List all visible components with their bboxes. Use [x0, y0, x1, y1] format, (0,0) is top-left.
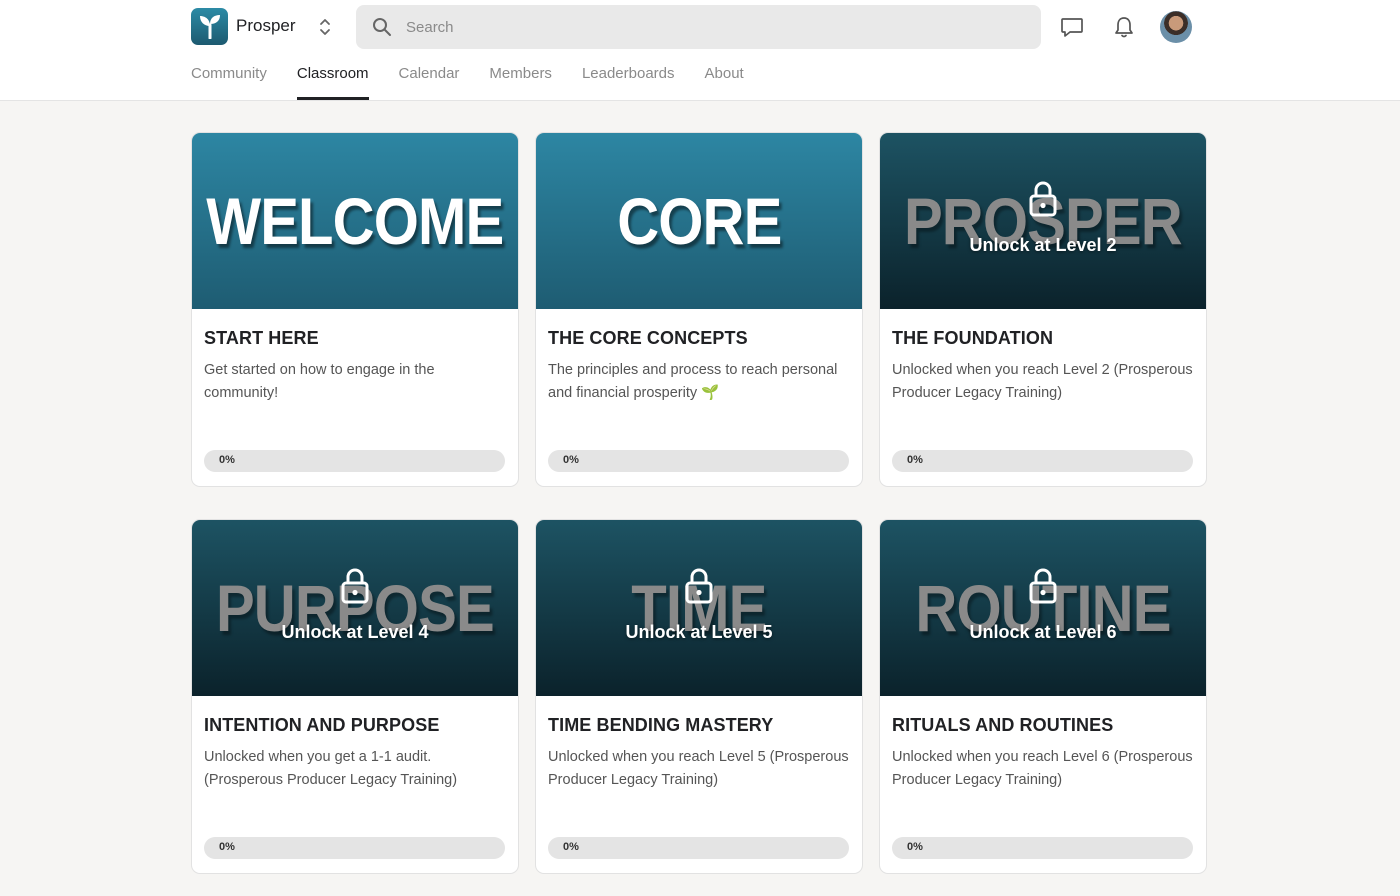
course-title: THE CORE CONCEPTS — [548, 328, 748, 348]
cover-word: WELCOME — [206, 184, 504, 258]
nav-tabs: Community Classroom Calendar Members Lea… — [191, 60, 774, 100]
course-title: TIME BENDING MASTERY — [548, 715, 774, 735]
unlock-level-label: Unlock at Level 6 — [969, 622, 1117, 642]
course-cover[interactable]: PURPOSE Unlock at Level 4 — [192, 520, 518, 696]
chat-icon[interactable] — [1059, 14, 1085, 40]
progress-label: 0% — [563, 454, 579, 466]
search-bar[interactable] — [356, 5, 1041, 49]
lock-icon — [341, 568, 369, 604]
course-title: RITUALS AND ROUTINES — [892, 715, 1114, 735]
cover-word: CORE — [616, 184, 782, 258]
course-card[interactable]: CORE THE CORE CONCEPTS The principles an… — [535, 132, 863, 487]
course-card[interactable]: TIME Unlock at Level 5 TIME BENDING MAST… — [535, 519, 863, 874]
course-cover[interactable]: CORE — [536, 133, 862, 309]
community-name[interactable]: Prosper — [236, 16, 296, 36]
course-card[interactable]: PROSPER Unlock at Level 2 THE FOUNDATION… — [879, 132, 1207, 487]
course-grid: WELCOME START HERE Get started on how to… — [191, 132, 1207, 874]
course-cover[interactable]: WELCOME — [192, 133, 518, 309]
lock-icon — [1029, 568, 1057, 604]
course-cover[interactable]: TIME Unlock at Level 5 — [536, 520, 862, 696]
progress-bar: 0% — [204, 837, 505, 859]
top-header: Prosper Community Classroom Calendar — [0, 0, 1400, 101]
tab-about[interactable]: About — [705, 60, 744, 100]
course-description: Unlocked when you reach Level 5 (Prosper… — [548, 749, 849, 788]
course-title: START HERE — [204, 328, 319, 348]
tab-leaderboards[interactable]: Leaderboards — [582, 60, 675, 100]
course-card[interactable]: PURPOSE Unlock at Level 4 INTENTION AND … — [191, 519, 519, 874]
bell-icon[interactable] — [1111, 14, 1137, 40]
brand[interactable]: Prosper — [191, 7, 296, 45]
sprout-icon[interactable] — [191, 7, 228, 45]
course-card[interactable]: ROUTINE Unlock at Level 6 RITUALS AND RO… — [879, 519, 1207, 874]
progress-label: 0% — [907, 841, 923, 853]
progress-label: 0% — [563, 841, 579, 853]
progress-bar: 0% — [548, 837, 849, 859]
search-input[interactable] — [406, 5, 1026, 49]
tab-classroom[interactable]: Classroom — [296, 60, 369, 100]
progress-bar: 0% — [892, 837, 1193, 859]
unlock-level-label: Unlock at Level 5 — [625, 622, 773, 642]
tab-members[interactable]: Members — [489, 60, 552, 100]
avatar[interactable] — [1160, 11, 1192, 43]
progress-label: 0% — [219, 841, 235, 853]
unlock-level-label: Unlock at Level 4 — [281, 622, 429, 642]
progress-label: 0% — [907, 454, 923, 466]
tab-community[interactable]: Community — [191, 60, 267, 100]
course-title: INTENTION AND PURPOSE — [204, 715, 440, 735]
course-description: Unlocked when you reach Level 6 (Prosper… — [892, 749, 1193, 788]
course-description: Unlocked when you reach Level 2 (Prosper… — [892, 362, 1193, 401]
course-title: THE FOUNDATION — [892, 328, 1054, 348]
lock-icon — [1029, 181, 1057, 217]
progress-label: 0% — [219, 454, 235, 466]
course-description: Get started on how to engage in the comm… — [204, 362, 435, 401]
course-cover[interactable]: ROUTINE Unlock at Level 6 — [880, 520, 1206, 696]
search-icon — [372, 17, 392, 42]
unlock-level-label: Unlock at Level 2 — [969, 235, 1117, 255]
progress-bar: 0% — [204, 450, 505, 472]
course-card[interactable]: WELCOME START HERE Get started on how to… — [191, 132, 519, 487]
tab-calendar[interactable]: Calendar — [399, 60, 460, 100]
progress-bar: 0% — [892, 450, 1193, 472]
course-cover[interactable]: PROSPER Unlock at Level 2 — [880, 133, 1206, 309]
course-description: The principles and process to reach pers… — [548, 362, 838, 401]
progress-bar: 0% — [548, 450, 849, 472]
chevron-up-down-icon[interactable] — [315, 16, 335, 38]
lock-icon — [685, 568, 713, 604]
course-description: Unlocked when you get a 1-1 audit. (Pros… — [204, 749, 458, 788]
